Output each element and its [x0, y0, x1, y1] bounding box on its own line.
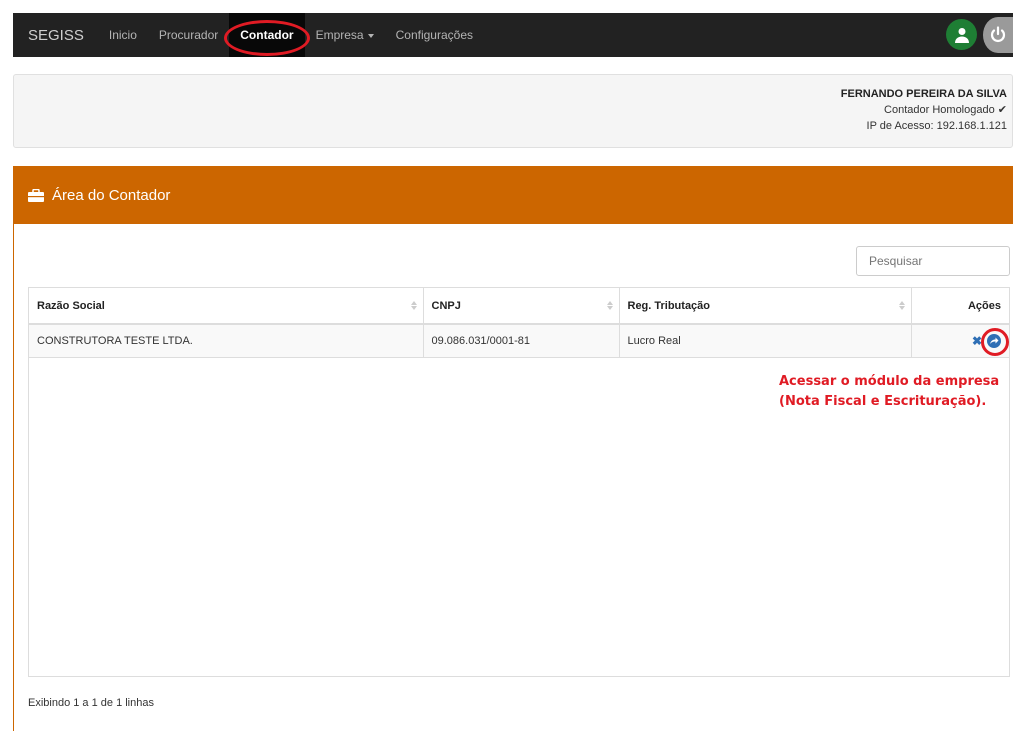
brand-logo[interactable]: SEGISS	[13, 27, 98, 44]
table-row: CONSTRUTORA TESTE LTDA. 09.086.031/0001-…	[29, 324, 1009, 358]
annotation-line-2: (Nota Fiscal e Escrituração).	[779, 394, 987, 409]
nav-item-empresa[interactable]: Empresa	[305, 13, 385, 57]
contador-panel: Área do Contador Razão Social CNPJ Reg. …	[13, 166, 1013, 731]
cell-reg-tributacao: Lucro Real	[619, 324, 912, 358]
column-reg-tributacao[interactable]: Reg. Tributação	[619, 288, 912, 325]
caret-down-icon	[367, 33, 374, 38]
cell-cnpj: 09.086.031/0001-81	[423, 324, 620, 358]
pagination-info: Exibindo 1 a 1 de 1 linhas	[28, 697, 154, 709]
top-navbar: SEGISS Inicio Procurador Contador Empres…	[13, 13, 1013, 57]
cell-actions: ✖	[911, 324, 1009, 358]
user-info: FERNANDO PEREIRA DA SILVA Contador Homol…	[841, 86, 1007, 134]
access-company-icon[interactable]	[981, 327, 1009, 356]
briefcase-icon	[28, 188, 44, 202]
column-label: CNPJ	[431, 299, 461, 312]
panel-heading: Área do Contador	[14, 166, 1013, 224]
column-label: Ações	[967, 299, 1001, 312]
sort-icon	[899, 301, 905, 310]
navbar-actions	[946, 17, 1013, 53]
column-cnpj[interactable]: CNPJ	[423, 288, 620, 325]
nav-item-configuracoes[interactable]: Configurações	[385, 13, 484, 57]
annotation-callout: Acessar o módulo da empresa (Nota Fiscal…	[779, 372, 999, 412]
user-icon[interactable]	[946, 19, 977, 50]
user-name: FERNANDO PEREIRA DA SILVA	[840, 88, 1007, 100]
user-ip: IP de Acesso: 192.168.1.121	[866, 120, 1007, 132]
nav-item-procurador[interactable]: Procurador	[148, 13, 229, 57]
user-role: Contador Homologado ✔	[884, 104, 1007, 116]
column-label: Reg. Tributação	[627, 299, 711, 312]
panel-title: Área do Contador	[52, 186, 171, 204]
power-icon[interactable]	[983, 17, 1013, 53]
nav-item-empresa-label: Empresa	[315, 28, 364, 42]
column-acoes: Ações	[911, 288, 1009, 325]
sort-icon	[411, 301, 417, 310]
companies-table: Razão Social CNPJ Reg. Tributação Ações …	[28, 287, 1010, 677]
table-header-row: Razão Social CNPJ Reg. Tributação Ações	[29, 288, 1009, 325]
search-input[interactable]	[856, 246, 1010, 276]
cell-razao-social: CONSTRUTORA TESTE LTDA.	[29, 324, 424, 358]
nav-item-contador[interactable]: Contador	[224, 13, 311, 57]
column-razao-social[interactable]: Razão Social	[29, 288, 424, 325]
sort-icon	[607, 301, 613, 310]
annotation-line-1: Acessar o módulo da empresa	[779, 374, 1000, 389]
nav-item-inicio[interactable]: Inicio	[98, 13, 148, 57]
column-label: Razão Social	[37, 299, 105, 312]
user-info-well: FERNANDO PEREIRA DA SILVA Contador Homol…	[13, 74, 1013, 148]
